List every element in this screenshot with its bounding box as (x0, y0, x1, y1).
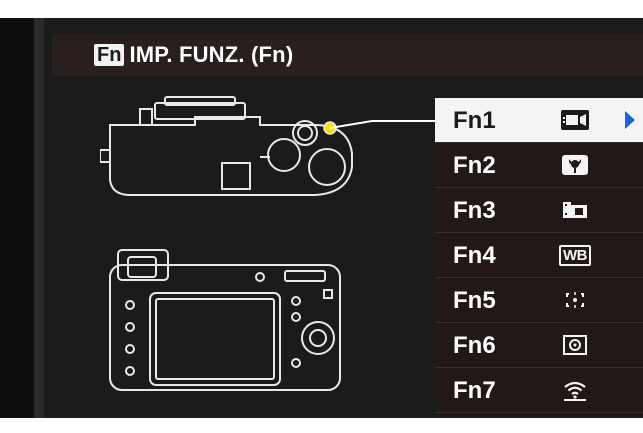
menu-item-label: Fn6 (453, 332, 496, 359)
menu-item-label: Fn2 (453, 152, 496, 179)
macro-flower-icon (559, 152, 591, 178)
menu-item-fn6[interactable]: Fn6 (435, 323, 643, 368)
menu-item-label: Fn4 (453, 242, 496, 269)
photometry-icon (559, 332, 591, 358)
menu-item-fn1[interactable]: Fn1 (435, 98, 643, 143)
chevron-right-icon (625, 111, 635, 129)
menu-item-label: Fn1 (453, 107, 496, 134)
wireless-icon (559, 377, 591, 403)
menu-item-fn5[interactable]: Fn5 (435, 278, 643, 323)
wb-icon-text: WB (559, 244, 591, 266)
movie-icon (559, 107, 591, 133)
fn-button-menu: Fn1 Fn2 Fn3 Fn4 WB Fn5 Fn6 Fn7 (435, 98, 643, 413)
menu-item-label: Fn5 (453, 287, 496, 314)
menu-item-fn3[interactable]: Fn3 (435, 188, 643, 233)
film-simulation-icon (559, 197, 591, 223)
menu-item-label: Fn7 (453, 377, 496, 404)
menu-item-fn7[interactable]: Fn7 (435, 368, 643, 413)
menu-item-fn4[interactable]: Fn4 WB (435, 233, 643, 278)
wb-icon: WB (559, 242, 591, 268)
menu-item-label: Fn3 (453, 197, 496, 224)
focus-area-icon (559, 287, 591, 313)
menu-item-fn2[interactable]: Fn2 (435, 143, 643, 188)
